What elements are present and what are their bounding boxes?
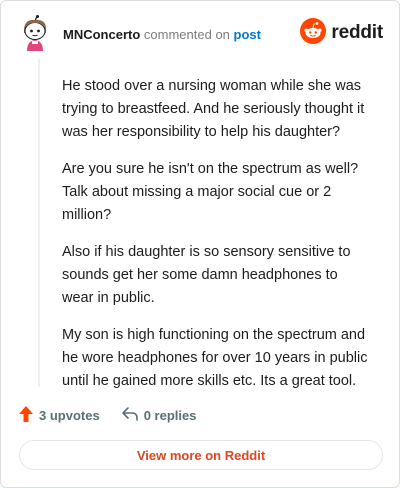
thread-line — [38, 59, 40, 387]
user-avatar[interactable] — [19, 15, 51, 51]
action-text: commented on — [143, 27, 230, 42]
comment-actions: 3 upvotes 0 replies — [19, 405, 218, 425]
username-link[interactable]: MNConcerto — [63, 27, 140, 42]
reddit-wordmark: reddit — [331, 22, 383, 43]
comment-embed-card: MNConcerto commented on post reddit He s… — [0, 0, 400, 488]
post-link[interactable]: post — [234, 27, 261, 42]
reply-arrow-icon — [121, 406, 144, 424]
comment-paragraph: Are you sure he isn't on the spectrum as… — [62, 161, 359, 223]
comment-paragraph: Also if his daughter is so sensory sensi… — [62, 244, 351, 306]
reddit-brand-link[interactable]: reddit — [300, 17, 383, 49]
comment-header: MNConcerto commented on post reddit — [19, 15, 383, 55]
upvote-count: 3 upvotes — [39, 407, 100, 423]
upvote-button[interactable]: 3 upvotes — [19, 405, 100, 425]
comment-body: He stood over a nursing woman while she … — [62, 75, 372, 407]
comment-byline: MNConcerto commented on post — [63, 27, 261, 43]
comment-paragraph: My son is high functioning on the spectr… — [62, 327, 368, 389]
comment-paragraph: He stood over a nursing woman while she … — [62, 78, 365, 140]
reply-count: 0 replies — [143, 407, 197, 423]
reddit-snoo-icon — [300, 17, 327, 49]
view-more-button[interactable]: View more on Reddit — [19, 440, 383, 470]
upvote-arrow-icon — [19, 405, 39, 425]
reply-button[interactable]: 0 replies — [121, 406, 197, 424]
